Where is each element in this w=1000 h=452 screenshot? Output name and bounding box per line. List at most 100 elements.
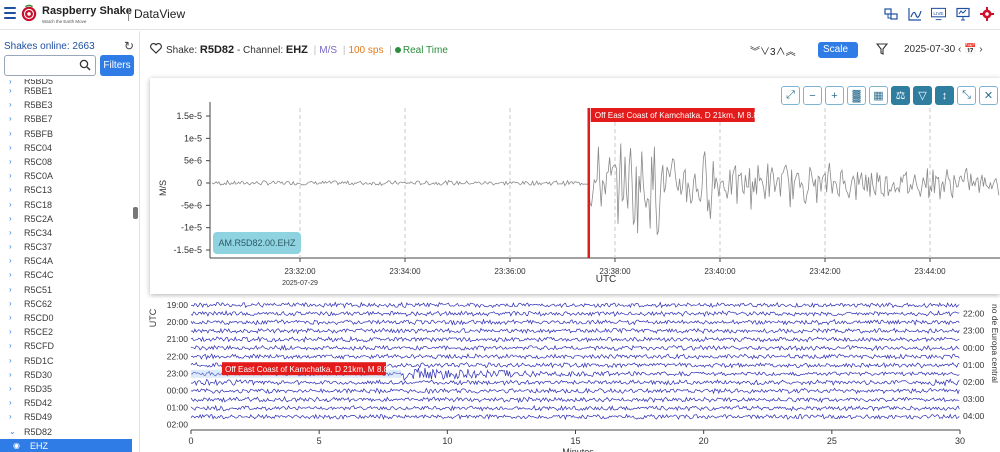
station-item-expanded[interactable]: ⌄ R5D82 (0, 425, 132, 439)
realtime-label: Real Time (402, 45, 448, 56)
live-icon-label: LIVE (933, 10, 943, 15)
station-sidebar: Shakes online: 2663 ↻ Filters › R5BD5 › R5B… (0, 31, 140, 452)
scale-label: Scale (823, 44, 849, 55)
station-item[interactable]: › R5D49 (0, 410, 132, 424)
right-time-label: 01:00 (963, 360, 985, 370)
zoom-in-icon[interactable]: + (825, 86, 844, 105)
station-item[interactable]: › R5C08 (0, 155, 132, 169)
station-item[interactable]: › R5BFB (0, 127, 132, 141)
zoom-up-icon[interactable]: ∧ (776, 47, 786, 58)
chevron-icon: › (9, 142, 12, 152)
station-label: R5CD0 (24, 313, 54, 323)
zoom-out-double-icon[interactable]: ︾ (750, 47, 760, 58)
units-label[interactable]: M/S (319, 45, 337, 56)
station-item[interactable]: › R5C4A (0, 254, 132, 268)
station-item[interactable]: › R5D1C (0, 354, 132, 368)
chevron-icon: › (9, 256, 12, 266)
left-time-label: 22:00 (167, 351, 189, 361)
station-item[interactable]: › R5C18 (0, 198, 132, 212)
left-time-label: 23:00 (167, 368, 189, 378)
chart-tools: ⤢ − + ▓ ▦ ⚖ ▽ ↕ ⤡ ✕ (781, 86, 998, 105)
station-item[interactable]: › R5C2A (0, 212, 132, 226)
x-tick-label: 23:40:00 (704, 267, 736, 276)
date-picker[interactable]: 2025-07-30 ‹ 📅 › (904, 44, 983, 55)
station-item[interactable]: › R5CE2 (0, 325, 132, 339)
spectrum-icon[interactable]: ▓ (847, 86, 866, 105)
station-item[interactable]: › R5C37 (0, 240, 132, 254)
helicorder-panel: 19:00 20:00 21:00 22:00 23:00 00:00 01:00 02:00… (142, 298, 1000, 452)
helicorder-trace (190, 353, 960, 361)
station-item[interactable]: › R5C13 (0, 183, 132, 197)
date-value[interactable]: 2025-07-30 (904, 44, 955, 55)
monitor-icon[interactable] (955, 6, 970, 21)
settings-gear-icon[interactable] (979, 6, 994, 21)
station-item[interactable]: › R5CD0 (0, 311, 132, 325)
right-time-label: 04:00 (963, 411, 985, 421)
close-icon[interactable]: ✕ (979, 86, 998, 105)
station-item[interactable]: › R5C0A (0, 169, 132, 183)
scale-balance-icon[interactable]: ⚖ (891, 86, 910, 105)
search-input[interactable] (5, 56, 75, 75)
calendar-icon[interactable]: 📅 (964, 44, 976, 55)
right-axis-label: no de Europa central (990, 304, 1000, 383)
vertical-arrows-icon[interactable]: ↕ (935, 86, 954, 105)
x-tick-label: 20 (699, 436, 709, 446)
filters-button[interactable]: Filters (100, 55, 134, 76)
chart-icon[interactable] (907, 6, 922, 21)
scale-dropdown[interactable]: Scale ⌄ (818, 42, 858, 71)
y-tick-label: 0 (197, 178, 202, 188)
station-search[interactable] (4, 55, 96, 76)
y-tick-label: 1e-5 (184, 133, 202, 143)
shake-prefix: Shake: (166, 45, 198, 56)
search-icon[interactable] (79, 59, 91, 71)
filter-icon[interactable]: ▽ (913, 86, 932, 105)
station-item[interactable]: › R5C34 (0, 226, 132, 240)
station-item[interactable]: › R5C51 (0, 283, 132, 297)
station-item[interactable]: › R5D30 (0, 368, 132, 382)
menu-icon[interactable] (4, 7, 16, 19)
x-tick-label: 23:42:00 (809, 267, 841, 276)
prev-day-icon[interactable]: ‹ (958, 44, 961, 55)
helicorder-trace (190, 301, 960, 309)
station-item[interactable]: › R5C4C (0, 268, 132, 282)
x-date-label: 2025-07-29 (282, 280, 318, 287)
waveform-trace (211, 143, 1000, 235)
channel-label: EHZ (30, 440, 48, 451)
station-item[interactable]: › R5C62 (0, 297, 132, 311)
zoom-in-double-icon[interactable]: ︽ (786, 47, 796, 58)
station-item[interactable]: › R5D35 (0, 382, 132, 396)
x-tick-label: 30 (955, 436, 965, 446)
map-compare-icon[interactable] (883, 6, 898, 21)
station-item[interactable]: › R5CFD (0, 339, 132, 353)
channel-item-selected[interactable]: ◉ EHZ (0, 438, 132, 452)
chevron-icon: › (9, 227, 12, 237)
shake-id: R5D82 (199, 44, 235, 56)
station-item[interactable]: › R5D42 (0, 396, 132, 410)
station-label: R5D49 (24, 412, 53, 423)
zoom-down-icon[interactable]: ∨ (760, 47, 770, 58)
station-item[interactable]: › R5BE1 (0, 84, 132, 98)
zoom-out-icon[interactable]: − (803, 86, 822, 105)
grid-icon[interactable]: ▦ (869, 86, 888, 105)
chevron-icon: ⌄ (9, 426, 16, 436)
filter-icon[interactable] (876, 43, 888, 55)
realtime-dot-icon (394, 47, 401, 53)
refresh-icon[interactable]: ↻ (124, 39, 134, 53)
zoom-extent-icon[interactable]: ⤢ (781, 86, 800, 105)
sample-rate: 100 sps (348, 45, 384, 56)
sidebar-scrollbar[interactable] (133, 207, 138, 219)
x-tick-label: 10 (442, 436, 452, 446)
chevron-icon: › (9, 355, 12, 365)
expand-icon[interactable]: ⤡ (957, 86, 976, 105)
station-item[interactable]: › R5BE7 (0, 112, 132, 126)
next-day-icon[interactable]: › (979, 44, 982, 55)
chevron-icon: › (9, 128, 12, 138)
station-item[interactable]: › R5C04 (0, 141, 132, 155)
favorite-heart-icon[interactable] (150, 43, 162, 54)
shakes-online-count: Shakes online: 2663 (4, 41, 95, 52)
station-item[interactable]: › R5BE3 (0, 98, 132, 112)
live-icon[interactable]: LIVE (931, 6, 946, 21)
station-label: R5BE7 (24, 114, 53, 125)
left-time-label: 02:00 (167, 420, 189, 430)
shake-channel-info: Shake: R5D82 - Channel: EHZ | M/S | 100 sp… (166, 44, 448, 56)
